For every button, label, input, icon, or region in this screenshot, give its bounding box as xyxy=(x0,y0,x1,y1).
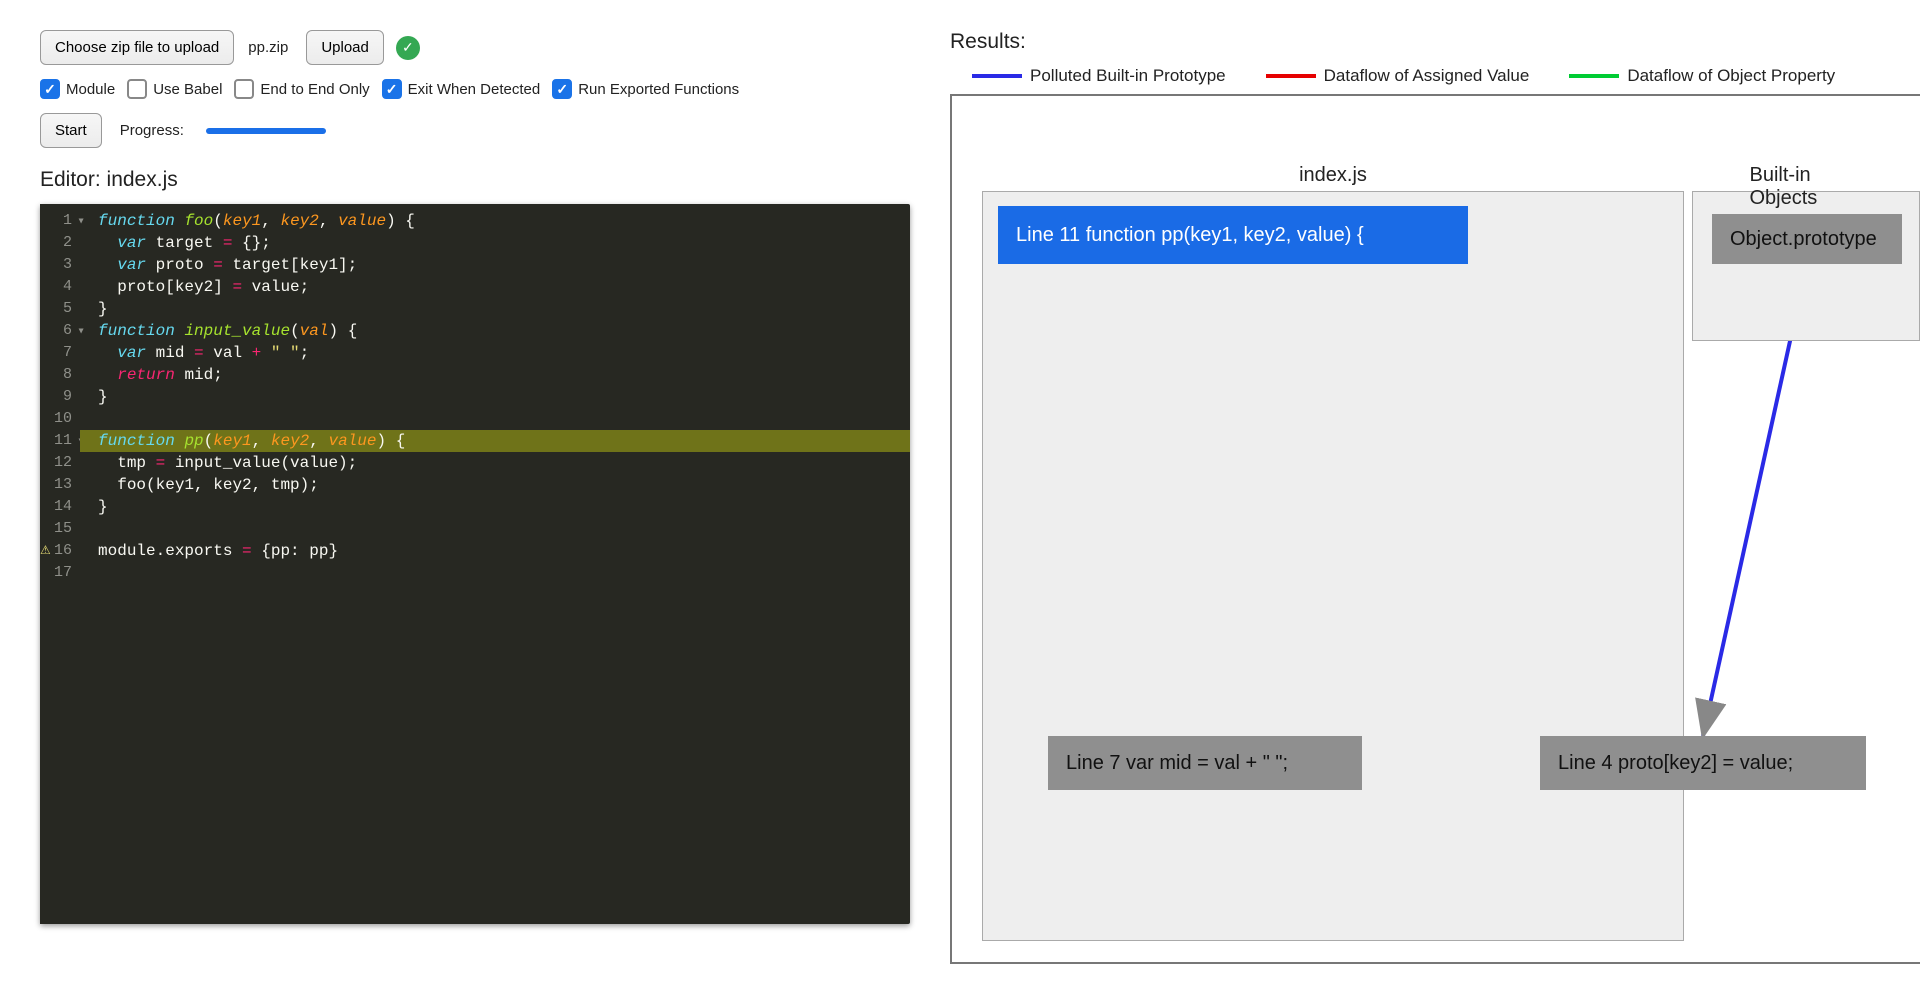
legend-label: Dataflow of Assigned Value xyxy=(1324,66,1530,86)
diagram-node[interactable]: Line 4 proto[key2] = value; xyxy=(1540,736,1866,790)
results-title: Results: xyxy=(950,30,1920,54)
code-line-2[interactable]: var target = {}; xyxy=(80,232,910,254)
results-legend: Polluted Built-in Prototype Dataflow of A… xyxy=(950,66,1920,86)
checkbox-e2e[interactable]: End to End Only xyxy=(234,79,369,99)
legend-line-icon xyxy=(972,74,1022,78)
code-line-6[interactable]: function input_value(val) { xyxy=(80,320,910,342)
legend-item: Dataflow of Object Property xyxy=(1569,66,1835,86)
progress-bar xyxy=(206,128,326,134)
code-line-14[interactable]: } xyxy=(80,496,910,518)
code-line-10[interactable] xyxy=(80,408,910,430)
code-line-15[interactable] xyxy=(80,518,910,540)
left-panel: Choose zip file to upload pp.zip Upload … xyxy=(40,30,910,964)
code-line-7[interactable]: var mid = val + " "; xyxy=(80,342,910,364)
checkbox-icon xyxy=(234,79,254,99)
checkbox-babel[interactable]: Use Babel xyxy=(127,79,222,99)
code-line-11[interactable]: function pp(key1, key2, value) { xyxy=(80,430,910,452)
checkbox-run[interactable]: ✓ Run Exported Functions xyxy=(552,79,739,99)
progress-label: Progress: xyxy=(120,122,184,139)
checkbox-icon: ✓ xyxy=(40,79,60,99)
checkbox-label: Module xyxy=(66,81,115,98)
upload-button[interactable]: Upload xyxy=(306,30,384,65)
code-line-4[interactable]: proto[key2] = value; xyxy=(80,276,910,298)
code-editor[interactable]: 1234567891011121314151617 function foo(k… xyxy=(40,204,910,924)
results-diagram: index.js Built-in Objects Line 11 function… xyxy=(950,94,1920,964)
code-line-8[interactable]: return mid; xyxy=(80,364,910,386)
checkbox-label: End to End Only xyxy=(260,81,369,98)
diagram-node[interactable]: Line 7 var mid = val + " "; xyxy=(1048,736,1362,790)
editor-title: Editor: index.js xyxy=(40,168,910,192)
code-line-16[interactable]: module.exports = {pp: pp} xyxy=(80,540,910,562)
diagram-group-label: Built-in Objects xyxy=(1750,164,1863,210)
legend-line-icon xyxy=(1569,74,1619,78)
diagram-group: index.js xyxy=(982,191,1684,941)
legend-item: Polluted Built-in Prototype xyxy=(972,66,1226,86)
checkbox-icon xyxy=(127,79,147,99)
checkbox-label: Run Exported Functions xyxy=(578,81,739,98)
code-line-12[interactable]: tmp = input_value(value); xyxy=(80,452,910,474)
legend-label: Dataflow of Object Property xyxy=(1627,66,1835,86)
choose-file-button[interactable]: Choose zip file to upload xyxy=(40,30,234,65)
code-line-5[interactable]: } xyxy=(80,298,910,320)
diagram-node[interactable]: Line 11 function pp(key1, key2, value) { xyxy=(998,206,1468,264)
legend-label: Polluted Built-in Prototype xyxy=(1030,66,1226,86)
checkbox-icon: ✓ xyxy=(552,79,572,99)
legend-line-icon xyxy=(1266,74,1316,78)
start-button[interactable]: Start xyxy=(40,113,102,148)
editor-code[interactable]: function foo(key1, key2, value) { var ta… xyxy=(80,204,910,924)
uploaded-filename: pp.zip xyxy=(246,39,294,56)
checkbox-label: Use Babel xyxy=(153,81,222,98)
code-line-9[interactable]: } xyxy=(80,386,910,408)
checkbox-icon: ✓ xyxy=(382,79,402,99)
checkbox-module[interactable]: ✓ Module xyxy=(40,79,115,99)
code-line-13[interactable]: foo(key1, key2, tmp); xyxy=(80,474,910,496)
legend-item: Dataflow of Assigned Value xyxy=(1266,66,1530,86)
diagram-node[interactable]: Object.prototype xyxy=(1712,214,1902,264)
checkbox-label: Exit When Detected xyxy=(408,81,541,98)
right-panel: Results: Polluted Built-in Prototype Data… xyxy=(950,30,1920,964)
code-line-1[interactable]: function foo(key1, key2, value) { xyxy=(80,210,910,232)
code-line-17[interactable] xyxy=(80,562,910,584)
code-line-3[interactable]: var proto = target[key1]; xyxy=(80,254,910,276)
check-circle-icon: ✓ xyxy=(396,36,420,60)
editor-gutter: 1234567891011121314151617 xyxy=(40,204,80,924)
options-row: ✓ Module Use Babel End to End Only ✓ Exit Whe… xyxy=(40,79,910,99)
diagram-group-label: index.js xyxy=(1299,164,1367,187)
checkbox-exit[interactable]: ✓ Exit When Detected xyxy=(382,79,541,99)
